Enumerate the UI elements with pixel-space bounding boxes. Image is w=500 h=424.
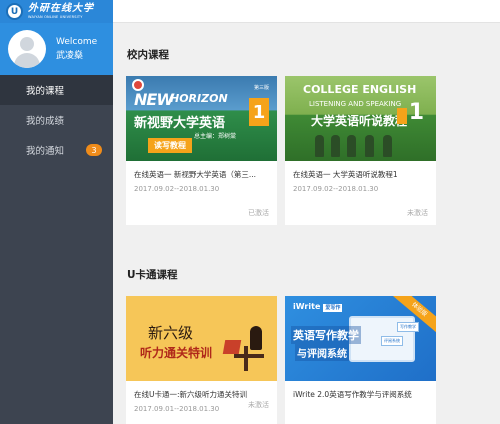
sidebar-item-label: 我的课程 [26,86,65,97]
cover-decoration [222,340,242,354]
section-title-ucard-courses: U卡通课程 [127,269,178,281]
sidebar-item-my-grades[interactable]: 我的成绩 [0,105,113,135]
sidebar-item-my-notices[interactable]: 我的通知 3 [0,135,113,165]
cover-decoration [383,135,392,157]
cover-decoration [331,135,340,157]
cover-text: 1 [249,98,269,126]
cover-text: 评阅系统 [381,336,403,346]
course-title[interactable]: 在线英语一 新视野大学英语（第三... [134,169,270,180]
brand-name-en: WAIYAN ONLINE UNIVERSITY [28,14,83,19]
course-card[interactable]: COLLEGE ENGLISH LISTENING AND SPEAKING 大… [285,76,436,225]
sidebar-item-label: 我的成绩 [26,116,65,127]
course-title[interactable]: 在线英语一 大学英语听说教程1 [293,169,429,180]
cover-decoration [365,135,374,157]
user-name: 武凌燊 [56,51,84,61]
cover-text: 新六级 [148,324,194,342]
sidebar-item-my-courses[interactable]: 我的课程 [0,75,113,105]
activation-status: 已激活 [248,209,269,217]
cover-text: 与评阅系统 [295,344,349,361]
user-avatar-icon[interactable] [8,30,46,68]
cover-text: 新视野大学英语 [134,116,226,131]
cover-text: 听力通关特训 [140,346,213,360]
cover-decoration [315,135,324,157]
brand-name-cn: 外研在线大学 [28,2,94,14]
cover-text: LISTENING AND SPEAKING [309,100,402,108]
cover-text: 英语写作教学 [291,326,361,344]
course-cover-image[interactable]: COLLEGE ENGLISH LISTENING AND SPEAKING 大… [285,76,436,161]
welcome-text: Welcome [56,37,98,47]
section-title-campus-courses: 校内课程 [127,49,169,61]
activation-status: 未激活 [248,401,269,409]
university-emblem-icon: U [6,3,23,20]
sidebar-nav: 我的课程 我的成绩 我的通知 3 [0,75,113,165]
cover-decoration [250,326,262,350]
sidebar-item-label: 我的通知 [26,146,65,157]
course-date: 2017.09.02--2018.01.30 [134,185,220,193]
brand-text: 外研在线大学 WAIYAN ONLINE UNIVERSITY [28,2,94,20]
sidebar: U 外研在线大学 WAIYAN ONLINE UNIVERSITY Welcom… [0,0,113,424]
cover-decoration [244,346,248,371]
cover-brand-tag: 爱写作 [323,304,343,312]
course-title[interactable]: iWrite 2.0英语写作教学与评阅系统 [293,389,429,400]
top-bar [113,0,500,23]
cover-text: 第三版 [253,85,269,91]
cover-text: 1 [408,100,424,125]
cover-brand: iWrite [293,302,321,311]
course-card[interactable]: NEW HORIZON 第三版 新视野大学英语 1 总主编：郑树棠 读写教程 在… [126,76,277,225]
course-title[interactable]: 在线U卡通一:新六级听力通关特训 [134,389,270,400]
user-info: Welcome 武凌燊 [56,35,97,63]
brand-bar[interactable]: U 外研在线大学 WAIYAN ONLINE UNIVERSITY [0,0,113,23]
course-card[interactable]: iWrite 爱写作 体验版 写作教学 评阅系统 英语写作教学 与评阅系统 iWr… [285,296,436,424]
course-cover-image[interactable]: 新六级 听力通关特训 [126,296,277,381]
cover-decoration [397,108,407,124]
cover-text: NEW [134,90,174,109]
course-date: 2017.09.02--2018.01.30 [293,185,379,193]
course-card[interactable]: 新六级 听力通关特训 在线U卡通一:新六级听力通关特训 2017.09.01--… [126,296,277,424]
cover-text: 大学英语听说教程 [311,114,408,128]
cover-decoration [234,354,264,358]
cover-text: COLLEGE ENGLISH [303,83,417,96]
cover-text: iWrite 爱写作 [293,302,343,312]
cover-text: 写作教学 [397,322,419,332]
cover-decoration [347,135,356,157]
cover-text: 读写教程 [148,138,192,153]
course-cover-image[interactable]: NEW HORIZON 第三版 新视野大学英语 1 总主编：郑树棠 读写教程 [126,76,277,161]
cover-text: HORIZON [170,92,228,105]
activation-status: 未激活 [407,209,428,217]
course-cover-image[interactable]: iWrite 爱写作 体验版 写作教学 评阅系统 英语写作教学 与评阅系统 [285,296,436,381]
user-panel: Welcome 武凌燊 [0,23,113,75]
cover-text: 总主编：郑树棠 [194,133,237,140]
notification-count-badge: 3 [86,144,102,156]
